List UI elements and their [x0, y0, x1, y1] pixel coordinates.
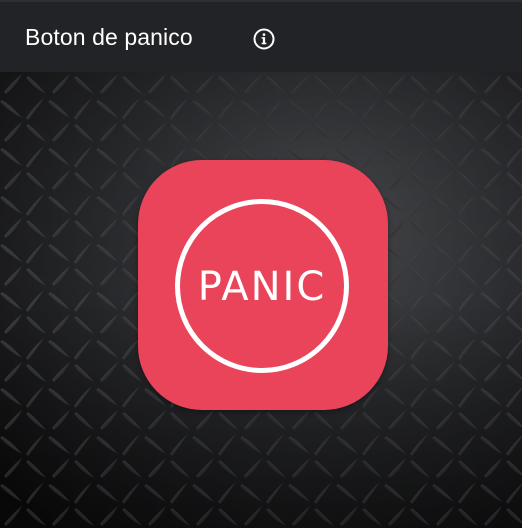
info-icon[interactable]	[252, 27, 276, 51]
app-title: Boton de panico	[25, 23, 193, 50]
panic-label: PANIC	[197, 264, 327, 310]
diamond-plate-background: PANIC	[0, 72, 522, 528]
panic-ring: PANIC	[175, 199, 349, 373]
app-bar: Boton de panico	[0, 0, 522, 72]
app-window: Boton de panico PANIC	[0, 0, 522, 528]
panic-button[interactable]: PANIC	[138, 160, 388, 410]
